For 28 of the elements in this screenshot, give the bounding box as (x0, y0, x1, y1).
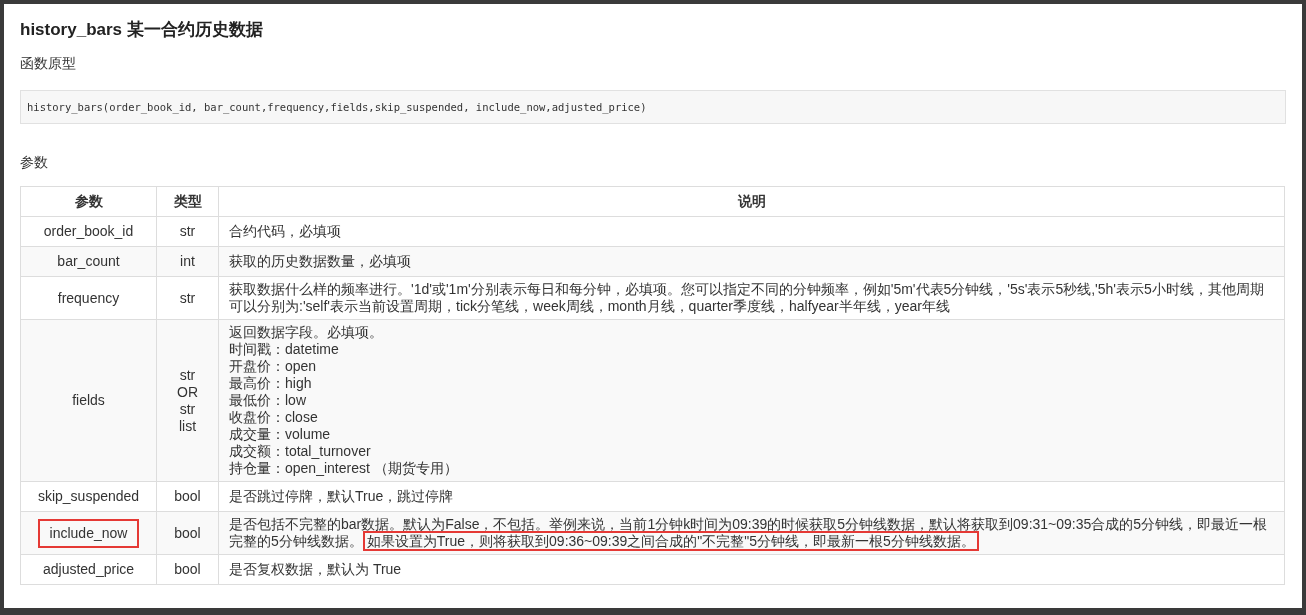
type-cell: str OR str list (156, 319, 219, 482)
code-block: history_bars(order_book_id, bar_count,frequency,fields,skip_suspended, include_now,adjusted_price) (20, 90, 1286, 124)
description-cell: 是否复权数据，默认为 True (218, 554, 1285, 585)
param-name: include_now (37, 518, 140, 548)
type-cell: str (156, 216, 219, 247)
param-name: frequency (57, 289, 120, 306)
param-name: bar_count (57, 253, 120, 269)
page-title: history_bars 某一合约历史数据 (20, 19, 264, 41)
type-cell: str (156, 276, 219, 320)
column-header: 类型 (156, 186, 219, 217)
type-cell: bool (156, 554, 219, 585)
description-cell: 获取数据什么样的频率进行。'1d'或'1m'分别表示每日和每分钟，必填项。您可以指定不同的分钟频率，例如'5m'代表5分钟线，'5s'表示5秒线,'5h'表示5小时线，其他周期可以分别为:'self'表示当前设置周期，tick分笔线，week周线，month月线，quarter季度线，halfyear半年线，year年线 (218, 276, 1285, 320)
type-cell: int (156, 246, 219, 277)
column-header: 说明 (218, 186, 1285, 217)
description-cell: 是否跳过停牌，默认True，跳过停牌 (218, 481, 1285, 512)
param-name: adjusted_price (42, 561, 135, 577)
type-cell: bool (156, 511, 219, 555)
description-cell: 是否包括不完整的bar数据。默认为False，不包括。举例来说，当前1分钟k时间为09:39的时候获取5分钟线数据，默认将获取到09:31~09:35合成的5分钟线，即最近一根完整的5分钟线数据。 如果设置为True，则将获取到09:36~09:39之间合成的"不完整"5分钟线，即最新一根5分钟线数据。 (218, 511, 1285, 555)
param-name: skip_suspended (37, 488, 140, 504)
type-cell: bool (156, 481, 219, 512)
description-cell: 获取的历史数据数量，必填项 (218, 246, 1285, 277)
section-label: 函数原型 (20, 55, 76, 73)
column-header: 参数 (20, 186, 157, 217)
param-name: order_book_id (43, 223, 134, 239)
param-name: fields (72, 392, 105, 408)
description-cell: 合约代码，必填项 (218, 216, 1285, 247)
description-cell: 返回数据字段。必填项。 时间戳：datetime 开盘价：open 最高价：high 最低价：low 收盘价：close 成交量：volume 成交额：total_turnover 持仓量：open_interest （期货专用） (218, 319, 1285, 482)
section-label: 参数 (20, 154, 48, 172)
